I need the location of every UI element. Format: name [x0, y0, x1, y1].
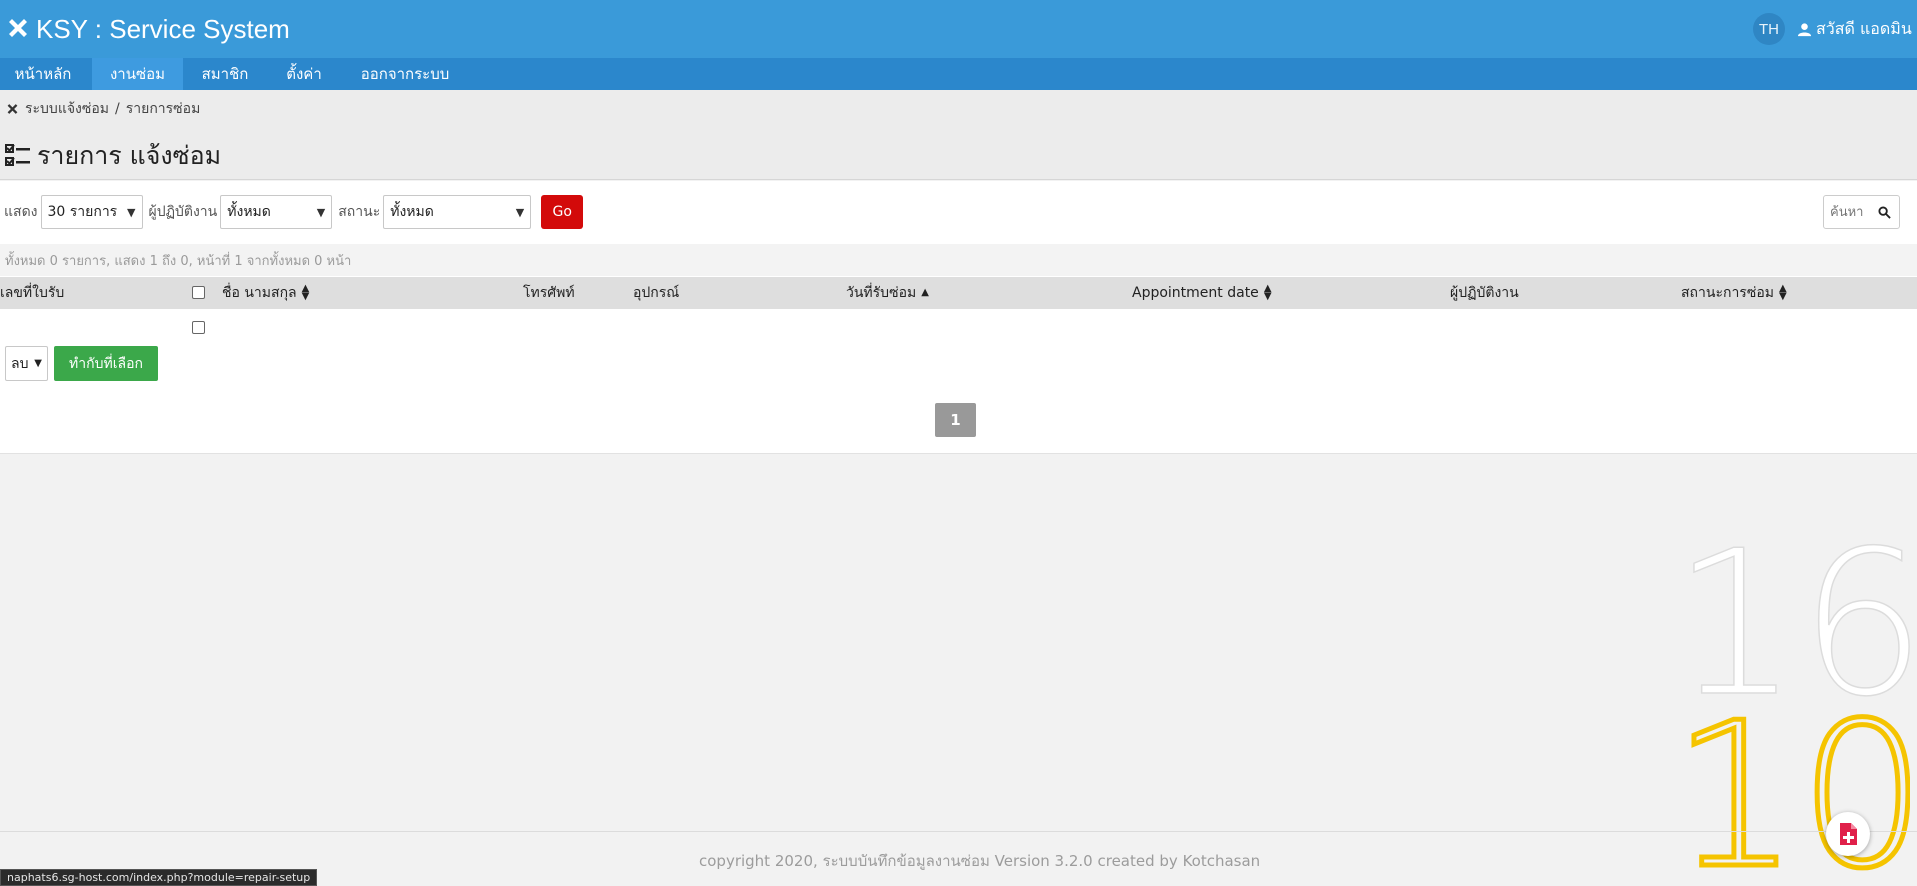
chevron-down-icon: ▼: [127, 205, 136, 219]
summary-bar: ทั้งหมด 0 รายการ, แสดง 1 ถึง 0, หน้าที่ …: [0, 244, 1917, 276]
nav-home[interactable]: หน้าหลัก: [0, 58, 86, 90]
search-box[interactable]: [1823, 195, 1900, 229]
breadcrumb-current: รายการซ่อม: [125, 101, 201, 117]
status-label: สถานะ: [338, 204, 381, 220]
nav-logout[interactable]: ออกจากระบบ: [350, 58, 460, 90]
title-section: ระบบแจ้งซ่อม / รายการซ่อม รายการ แจ้งซ่อ…: [0, 90, 1917, 180]
footer-divider: [0, 831, 1917, 832]
brand[interactable]: KSY : Service System: [6, 13, 290, 45]
breadcrumb-root[interactable]: ระบบแจ้งซ่อม: [25, 98, 109, 120]
add-document-icon: [1840, 823, 1857, 845]
col-repair-status-label: สถานะการซ่อม: [1681, 285, 1774, 301]
language-switch[interactable]: TH: [1753, 13, 1785, 45]
tools-icon: [7, 103, 18, 114]
col-name-label: ชื่อ นามสกุล: [222, 285, 297, 301]
sort-asc-icon[interactable]: ▲: [921, 288, 929, 298]
go-button[interactable]: Go: [541, 195, 584, 229]
top-header: KSY : Service System TH สวัสดี แอดมิน: [0, 0, 1917, 58]
col-received-date[interactable]: วันที่รับซ่อม ▲: [846, 277, 929, 309]
col-operator: ผู้ปฏิบัติงาน: [1450, 277, 1519, 309]
col-phone: โทรศัพท์: [523, 277, 575, 309]
col-received-date-label: วันที่รับซ่อม: [846, 285, 917, 301]
col-device: อุปกรณ์: [633, 277, 679, 309]
col-receipt-no-label: เลขที่ใบรับ: [0, 285, 65, 301]
sort-icon[interactable]: ▲ ▼: [302, 284, 310, 302]
chevron-down-icon: ▼: [34, 358, 42, 369]
select-all-checkbox[interactable]: [192, 286, 205, 299]
operator-label: ผู้ปฏิบัติงาน: [148, 204, 218, 220]
chevron-down-icon: ▼: [515, 205, 525, 219]
main-nav: หน้าหลัก งานซ่อม สมาชิก ตั้งค่า ออกจากระ…: [0, 58, 1917, 90]
row-checkbox[interactable]: [192, 321, 205, 334]
operator-select[interactable]: ทั้งหมด ▼: [220, 195, 333, 229]
nav-settings[interactable]: ตั้งค่า: [276, 58, 332, 90]
status-select[interactable]: ทั้งหมด ▼: [383, 195, 532, 229]
search-icon[interactable]: [1878, 206, 1891, 219]
sort-icon[interactable]: ▲ ▼: [1264, 284, 1272, 302]
show-label: แสดง: [4, 204, 38, 220]
operator-value: ทั้งหมด: [227, 204, 271, 220]
apply-selected-button[interactable]: ทำกับที่เลือก: [54, 346, 158, 381]
col-receipt-no: เลขที่ใบรับ: [0, 277, 64, 309]
search-input[interactable]: [1830, 204, 1874, 220]
summary-text: ทั้งหมด 0 รายการ, แสดง 1 ถึง 0, หน้าที่ …: [5, 253, 352, 269]
show-count-select[interactable]: 30 รายการ ▼: [40, 195, 143, 229]
user-menu[interactable]: สวัสดี แอดมิน: [1797, 16, 1912, 42]
breadcrumb: ระบบแจ้งซ่อม / รายการซ่อม: [6, 98, 200, 120]
col-repair-status[interactable]: สถานะการซ่อม ▲ ▼: [1681, 277, 1787, 309]
show-count-value: 30 รายการ: [47, 204, 118, 220]
nav-repair[interactable]: งานซ่อม: [92, 58, 183, 90]
page-title: รายการ แจ้งซ่อม: [5, 136, 221, 176]
chevron-down-icon: ▼: [316, 205, 326, 219]
sort-icon[interactable]: ▲ ▼: [1779, 284, 1787, 302]
col-phone-label: โทรศัพท์: [523, 285, 575, 301]
tools-icon: [9, 19, 27, 37]
col-operator-label: ผู้ปฏิบัติงาน: [1450, 285, 1519, 301]
new-repair-fab[interactable]: [1826, 812, 1870, 856]
bulk-action-select[interactable]: ลบ ▼: [5, 346, 48, 381]
col-device-label: อุปกรณ์: [633, 285, 680, 301]
footer-copyright: copyright 2020, ระบบบันทึกข้อมูลงานซ่อม …: [699, 852, 1261, 870]
clock-minute: 10: [1672, 680, 1910, 886]
bulk-action-value: ลบ: [11, 355, 29, 372]
filter-bar: แสดง 30 รายการ ▼ ผู้ปฏิบัติงาน ทั้งหมด ▼…: [4, 194, 584, 230]
checklist-icon: [5, 144, 30, 166]
brand-title: KSY : Service System: [36, 13, 290, 44]
user-greeting: สวัสดี แอดมิน: [1816, 18, 1912, 38]
status-bar-url: naphats6.sg-host.com/index.php?module=re…: [0, 869, 318, 886]
breadcrumb-separator: /: [115, 101, 120, 117]
col-appointment-date[interactable]: Appointment date ▲ ▼: [1132, 277, 1272, 309]
status-value: ทั้งหมด: [390, 204, 434, 220]
user-icon: [1797, 22, 1812, 36]
nav-members[interactable]: สมาชิก: [190, 58, 260, 90]
col-appointment-label: Appointment date: [1132, 285, 1259, 301]
page-1-button[interactable]: 1: [935, 403, 976, 437]
page-title-text: รายการ แจ้งซ่อม: [37, 141, 222, 170]
table-header: เลขที่ใบรับ ชื่อ นามสกุล ▲ ▼ โทรศัพท์ อุป…: [0, 277, 1917, 309]
content-panel: แสดง 30 รายการ ▼ ผู้ปฏิบัติงาน ทั้งหมด ▼…: [0, 181, 1917, 454]
col-name[interactable]: ชื่อ นามสกุล ▲ ▼: [222, 277, 309, 309]
